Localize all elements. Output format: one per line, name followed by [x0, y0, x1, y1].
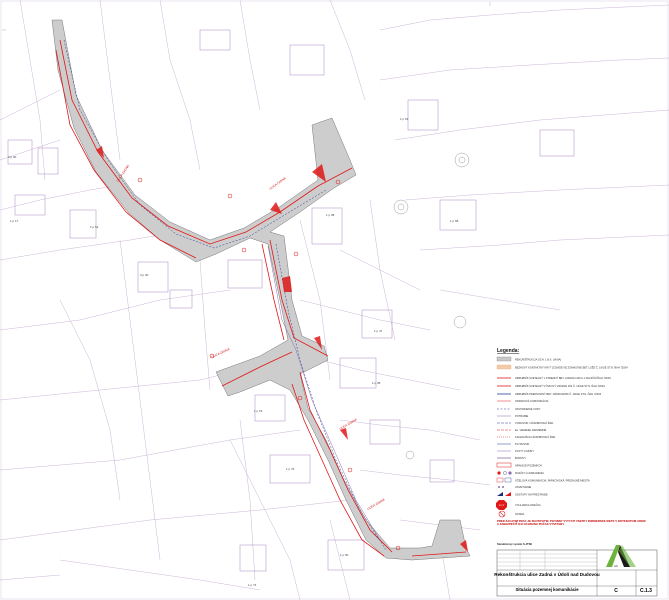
street-label: ULICA ZADNÁ [268, 176, 286, 191]
legend-row: PLOTY A MÚRY [497, 448, 534, 453]
legend-label: ODSTUPY NA PRESTAVBE [515, 493, 548, 497]
legend: Legenda: REKONŠTRUKCIA OCH. 1 B.X. (VIAI… [496, 348, 628, 518]
street-label: ULICA ZADNÁ [367, 498, 386, 511]
legend-label: EL. VEDENIE NADZEMNÉ [515, 427, 547, 432]
legend-row: OBRUBNÍK PREDVODNÝ BET. 1000/100/250 Č. … [497, 391, 602, 396]
legend-row: PLYNOVOD [497, 442, 529, 446]
legend-row: ODRAVOVÁ KOMUNIKÁCIA [497, 399, 549, 403]
drawing-title: Situácia pozemnej komunikácie [515, 587, 579, 592]
site-plan-drawing: ULICA ZADNÁ ULICA ZADNÁ ULICA ZADNÁ ULIC… [0, 0, 669, 600]
parcel-label: 1 p 38 [372, 381, 381, 385]
legend-label: ZNAČKY A ZARIADENIA [515, 470, 544, 475]
parcel-label: 1 p 74 [248, 583, 257, 587]
legend-label: VODOVOD / ZÁSOBOVACÍ ŘAD [515, 420, 553, 425]
parcel-label: 1 p 76 [286, 467, 295, 471]
legend-row: POTRUBIE [497, 414, 529, 418]
legend-row: VODOVOD / ZÁSOBOVACÍ ŘAD [497, 420, 553, 425]
legend-row: ZNAČKY A ZARIADENIA [497, 470, 544, 475]
legend-row: KANALIZÁCIA ZÁSOBOVACÍ ŘAD [497, 434, 555, 439]
legend-row: ÚČELOVÁ KOMUNIKÁCIA, PARKOVISKÁ, PREDAJN… [496, 478, 590, 483]
drawing-frame [0, 0, 669, 600]
warning-note: PRED ZAČATÍM PRÁC JE ZHOTOVITEĽ POVINNÝ … [497, 520, 646, 527]
legend-title: Legenda: [497, 348, 520, 354]
parcel-label: 1 p 50 [340, 553, 349, 557]
legend-label: OBRUBNÍK PREDVODNÝ BET. 1000/100/250 Č. … [515, 391, 602, 396]
legend-row: REKONŠTRUKCIA OCH. 1 B.X. (VIAIA) [496, 357, 561, 362]
parcel-label: 1 p 52 [90, 225, 99, 229]
legend-label: BUDOVY [515, 456, 526, 460]
scale-note: Súradnicový systém S-JTSK [497, 542, 532, 546]
legend-label: KANALIZÁCIA ZÁSOBOVACÍ ŘAD [515, 434, 555, 439]
legend-label: SONDA [515, 512, 524, 516]
legend-label: PLYNOVOD [515, 442, 529, 446]
legend-row: OSVETLENIE [498, 485, 532, 489]
legend-label: PLOTY A MÚRY [515, 448, 534, 453]
legend-label: OBRUBNÍK SVETELNÝ VÝSKOVÝ 100/20/H 200 Č… [515, 383, 605, 388]
legend-label: OBRUBNÍK SVETELNÝ 1 STREDNÝ BET. 100/20/… [515, 375, 611, 380]
legend-label: ODRAVOVÁ KOMUNIKÁCIA [515, 399, 549, 403]
legend-row: OBRUBNÍK SVETELNÝ 1 STREDNÝ BET. 100/20/… [497, 375, 611, 380]
notes: PRED ZAČATÍM PRÁC JE ZHOTOVITEĽ POVINNÝ … [497, 520, 646, 546]
legend-label: REKONŠTRUKCIA OCH. 1 B.X. (VIAIA) [515, 357, 561, 362]
legend-label: HRANICE POZEMKOV [515, 464, 542, 468]
legend-row: BEZHOVÝ KONTAKTNÝ KRYT ZOSADE VÉ ZOMASÍ … [496, 365, 628, 370]
parcel-boundaries [0, 0, 669, 600]
parcel-label: 1 p 17 [10, 219, 19, 223]
parcel-labels: 3 p 30 1 p 17 1 p 52 3 p 30 1 p 15 1 p 7… [8, 117, 459, 587]
legend-label: ÚČELOVÁ KOMUNIKÁCIA, PARKOVISKÁ, PREDAJN… [515, 478, 590, 483]
parcel-label: 1 p 15 [254, 409, 263, 413]
legend-row: BUDOVY [497, 456, 526, 460]
street-label: ULICA ZADNÁ [211, 347, 231, 359]
legend-row: HRANICE POZEMKOV [496, 462, 542, 468]
legend-row: OBRUBNÍK SVETELNÝ VÝSKOVÝ 100/20/H 200 Č… [497, 383, 605, 388]
logo-text: AK [614, 564, 618, 568]
legend-row: EL. VEDENIE NADZEMNÉ [497, 427, 547, 432]
part-number: C [614, 588, 618, 594]
parcel-label: 1 p 47 [374, 329, 383, 333]
street-label: ULICA ZADNÁ [339, 418, 358, 431]
svg-text:STOP: STOP [499, 505, 505, 507]
legend-label: VYHLIADKA ZNAČKA [515, 502, 541, 507]
legend-label: BEZHOVÝ KONTAKTNÝ KRYT ZOSADE VÉ ZOMASÍ … [515, 365, 628, 370]
frame-ticks [2, 2, 491, 31]
project-title: Rekonštrukcia ulice Zadná v Údolí nad Du… [494, 571, 600, 577]
legend-row: STOP VYHLIADKA ZNAČKA [496, 500, 541, 510]
parcel-label: 3 p 30 [140, 273, 149, 277]
legend-row: ODSTUPY NA PRESTAVBE [497, 492, 548, 497]
parcel-label: 1 p 68 [450, 219, 459, 223]
title-block: AK Rekonštrukcia ulice Zadná v Údolí nad… [494, 545, 658, 597]
parcel-label: 1 p 08 [326, 213, 335, 217]
road-surface [51, 19, 471, 561]
parcel-label: 1 p 63 [400, 117, 409, 121]
tree-symbols [393, 152, 470, 460]
legend-row: ODVODNENIE VODY [497, 407, 541, 411]
legend-label: ODVODNENIE VODY [515, 407, 541, 411]
legend-label: POTRUBIE [515, 414, 529, 418]
legend-label: OSVETLENIE [515, 485, 532, 489]
parcel-label: 3 p 30 [8, 155, 17, 159]
sheet-number: C.1.3 [640, 588, 652, 594]
legend-row: SONDA [498, 510, 524, 518]
